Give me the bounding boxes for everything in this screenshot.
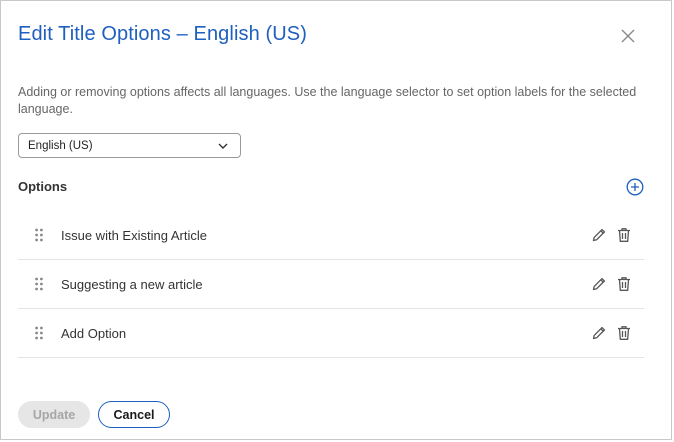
drag-handle-icon[interactable] (35, 326, 43, 340)
option-row: Issue with Existing Article (18, 211, 644, 260)
update-button[interactable]: Update (18, 401, 90, 428)
pencil-icon (592, 277, 606, 291)
language-select-value: English (US) (28, 139, 93, 152)
close-button[interactable] (619, 27, 637, 45)
chevron-down-icon (218, 143, 228, 149)
pencil-icon (592, 326, 606, 340)
option-row: Add Option (18, 309, 644, 358)
drag-handle-icon[interactable] (35, 228, 43, 242)
option-label: Issue with Existing Article (61, 227, 207, 243)
trash-icon (618, 326, 630, 340)
add-option-button[interactable] (626, 178, 644, 196)
option-label: Add Option (61, 325, 127, 341)
option-label: Suggesting a new article (61, 276, 203, 292)
options-list: Issue with Existing Article Suggesting a… (18, 211, 644, 358)
close-icon (621, 29, 635, 43)
edit-option-button[interactable] (591, 325, 607, 341)
delete-option-button[interactable] (616, 325, 632, 341)
options-heading: Options (18, 179, 68, 194)
edit-title-options-dialog: Edit Title Options – English (US) Adding… (0, 0, 672, 440)
pencil-icon (592, 228, 606, 242)
cancel-button[interactable]: Cancel (98, 401, 170, 428)
plus-circle-icon (626, 178, 644, 196)
drag-handle-icon[interactable] (35, 277, 43, 291)
delete-option-button[interactable] (616, 227, 632, 243)
edit-option-button[interactable] (591, 227, 607, 243)
dialog-description: Adding or removing options affects all l… (18, 85, 637, 116)
trash-icon (618, 228, 630, 242)
edit-option-button[interactable] (591, 276, 607, 292)
option-row: Suggesting a new article (18, 260, 644, 309)
delete-option-button[interactable] (616, 276, 632, 292)
trash-icon (618, 277, 630, 291)
language-select[interactable]: English (US) (18, 133, 241, 158)
dialog-title: Edit Title Options – English (US) (18, 23, 307, 45)
